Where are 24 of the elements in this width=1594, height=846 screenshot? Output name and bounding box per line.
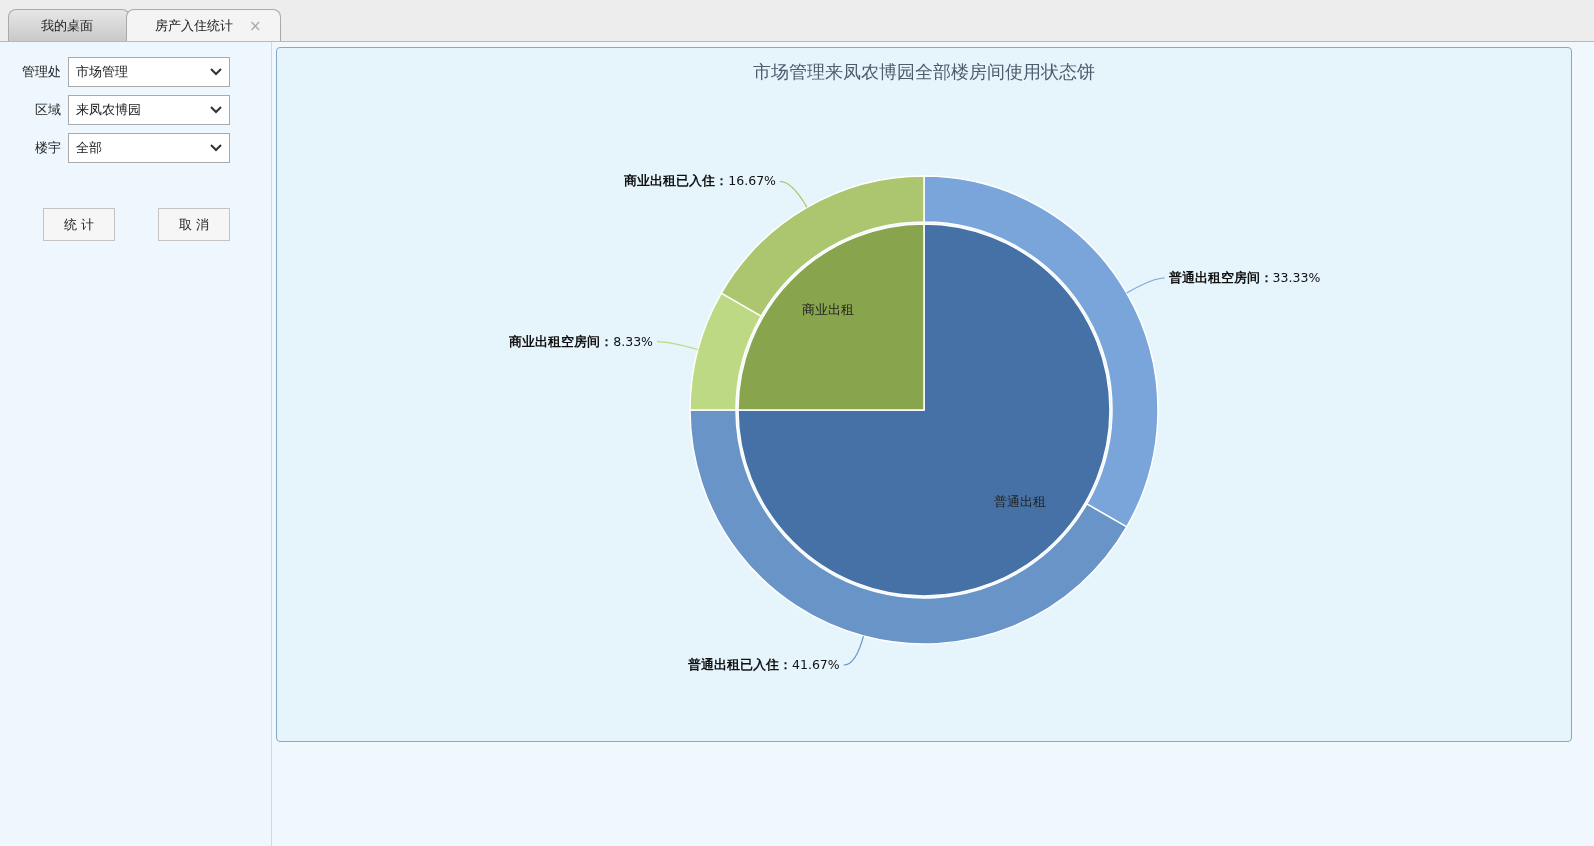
dropdown[interactable]: 市场管理 [68,57,230,87]
action-button[interactable]: 取 消 [158,208,230,241]
dropdown[interactable]: 来凤农博园 [68,95,230,125]
data-label: 普通出租空房间：33.33% [1168,269,1321,287]
field-label: 管理处 [21,63,62,81]
chevron-icon [210,68,222,76]
slice-label: 普通出租 [993,493,1046,509]
tab[interactable]: 房产入住统计 × [126,9,281,41]
tab[interactable]: 我的桌面 [8,9,130,41]
leader-line [843,635,865,666]
leader-line [779,180,808,208]
leader-line [1126,277,1166,294]
data-label: 商业出租空房间：8.33% [509,333,653,351]
action-button[interactable]: 统 计 [43,208,115,241]
data-label: 普通出租已入住：41.67% [688,656,840,674]
chart-title: 市场管理来凤农博园全部楼房间使用状态饼 [753,61,1095,82]
slice-label: 商业出租 [802,302,855,318]
field-label: 区域 [34,101,62,119]
leader-line [656,341,699,351]
dropdown[interactable]: 全部 [68,133,230,163]
data-label: 商业出租已入住：16.67% [624,172,776,190]
chevron-icon [210,106,222,114]
chevron-icon [210,144,222,152]
field-label: 楼宇 [34,139,62,157]
